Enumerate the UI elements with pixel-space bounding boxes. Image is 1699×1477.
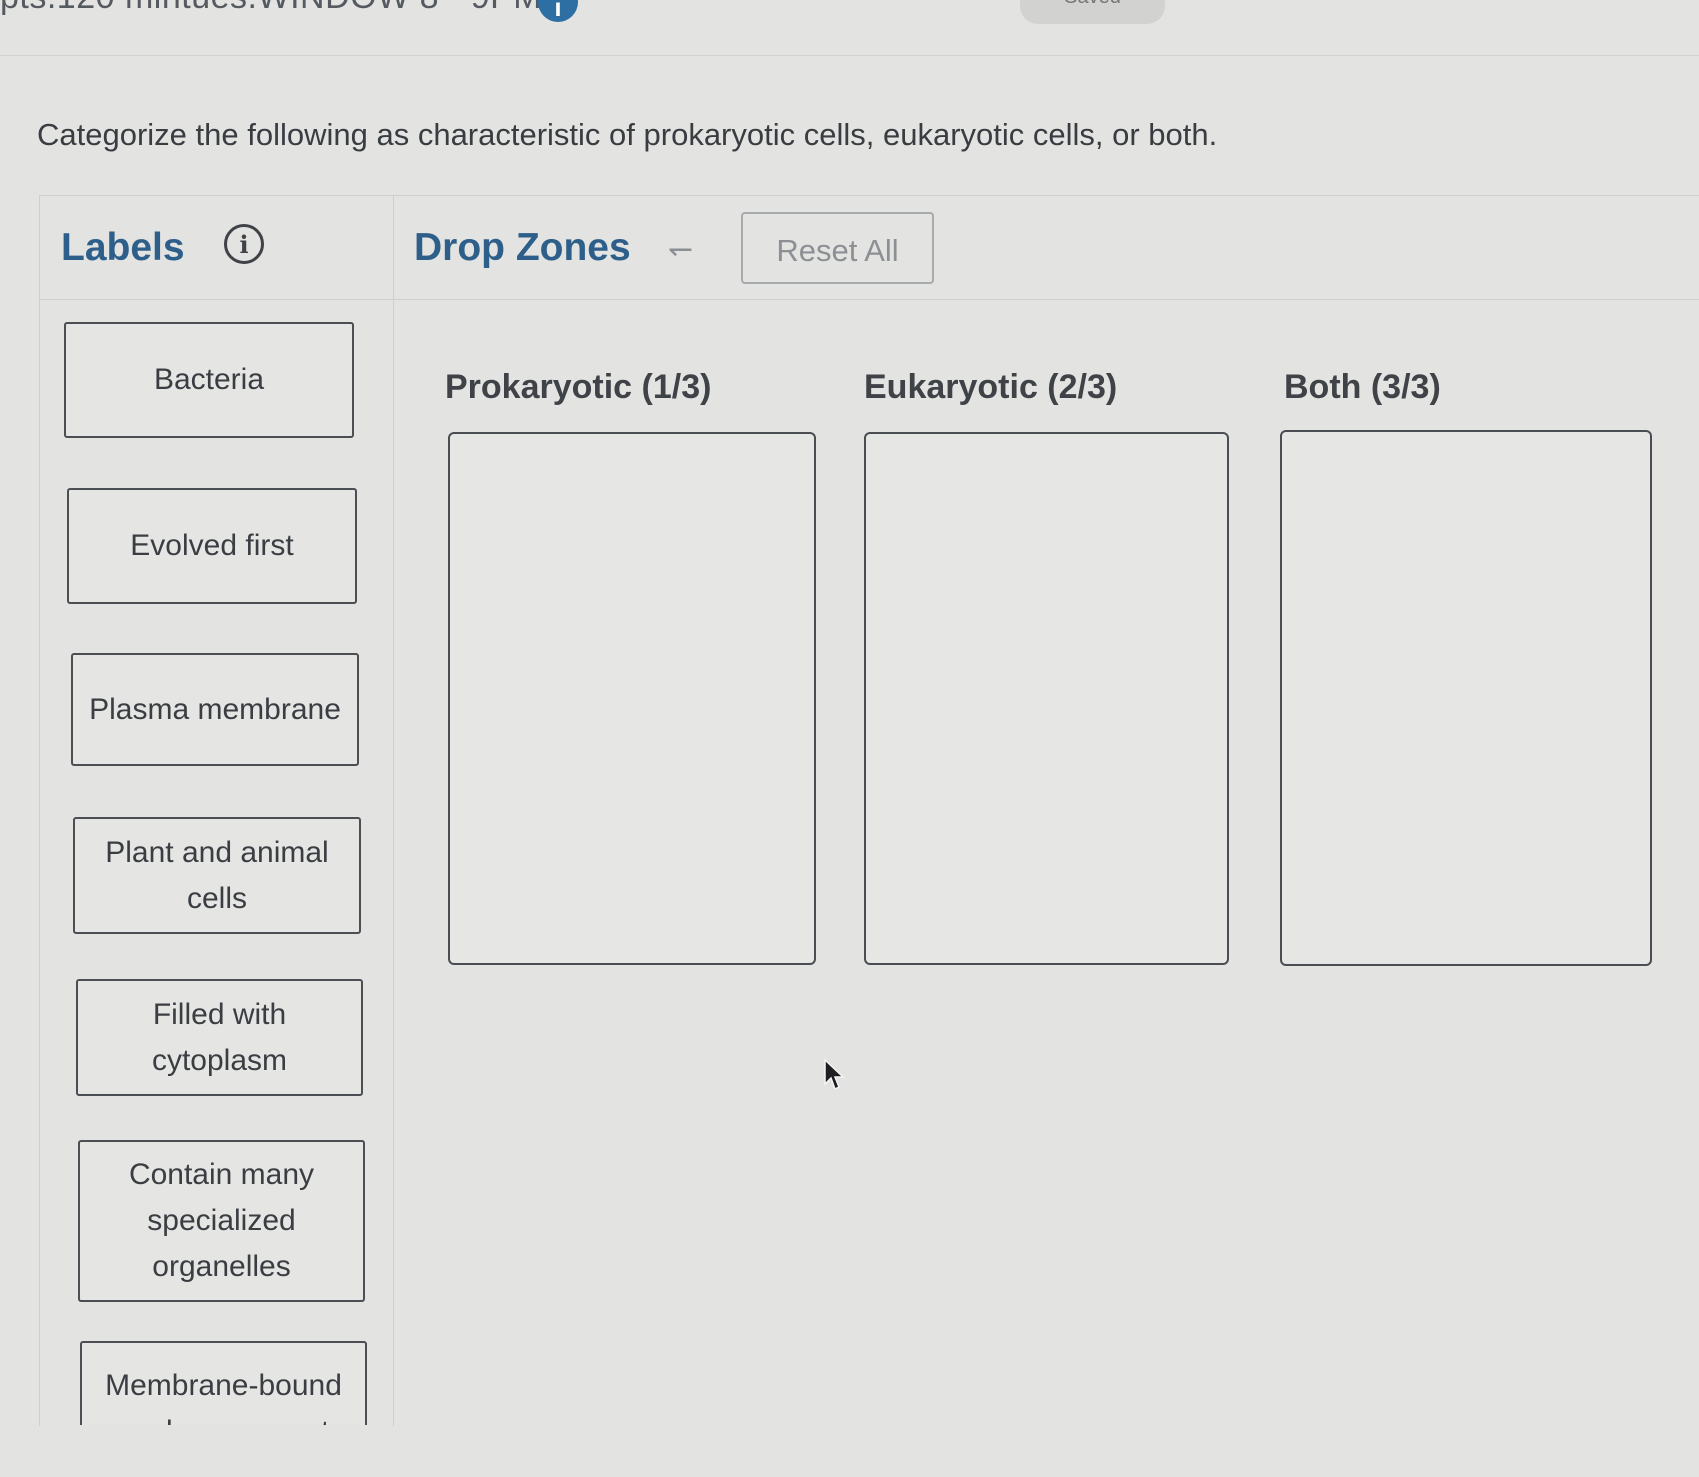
zone-title-both: Both (3/3) — [1284, 368, 1441, 406]
mouse-cursor-icon — [824, 1058, 845, 1091]
label-card[interactable]: Filled with cytoplasm — [76, 979, 363, 1096]
drop-zone-prokaryotic[interactable] — [448, 432, 816, 965]
label-card[interactable]: Plasma membrane — [71, 653, 359, 766]
drop-zone-both[interactable] — [1280, 430, 1652, 966]
question-prompt: Categorize the following as characterist… — [37, 117, 1218, 152]
top-bar: pts.120 mintues.WINDOW 8 - 9PM. i Saved — [0, 0, 1699, 56]
drop-zone-eukaryotic[interactable] — [864, 432, 1229, 965]
label-card[interactable]: Bacteria — [64, 322, 354, 438]
drop-zones-heading: Drop Zones — [414, 226, 631, 269]
zone-title-prokaryotic: Prokaryotic (1/3) — [445, 368, 712, 406]
undo-arrow-icon[interactable]: ↽ — [668, 232, 693, 267]
info-icon[interactable]: i — [538, 0, 578, 22]
zone-title-eukaryotic: Eukaryotic (2/3) — [864, 368, 1118, 406]
label-card[interactable]: Contain many specialized organelles — [78, 1140, 365, 1302]
assignment-info-text: pts.120 mintues.WINDOW 8 - 9PM. — [0, 0, 552, 17]
saved-status-badge: Saved — [1020, 0, 1165, 24]
reset-all-button[interactable]: Reset All — [741, 212, 934, 284]
label-card[interactable]: Plant and animal cells — [73, 817, 361, 934]
labels-list: Bacteria Evolved first Plasma membrane P… — [39, 195, 392, 1425]
label-card[interactable]: Membrane-bound nucleus present — [80, 1341, 367, 1425]
label-card[interactable]: Evolved first — [67, 488, 357, 604]
